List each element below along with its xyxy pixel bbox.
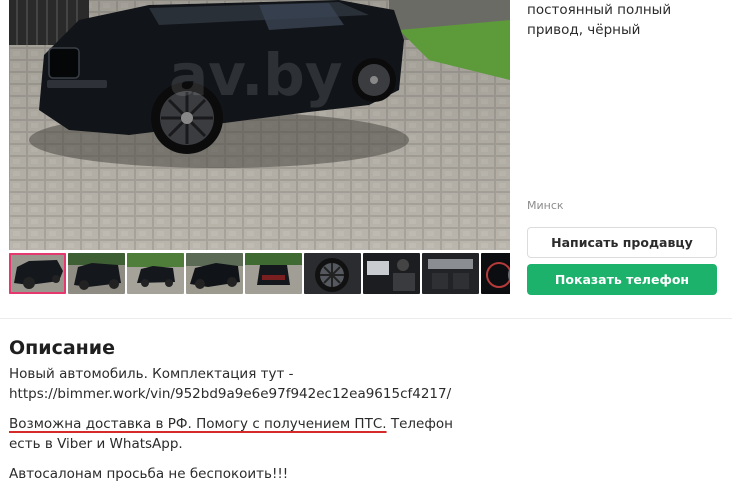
thumbnail-4[interactable] (186, 253, 243, 294)
thumbnail-strip (9, 253, 510, 294)
seller-city: Минск (527, 199, 564, 212)
thumbnail-2[interactable] (68, 253, 125, 294)
thumbnail-5[interactable] (245, 253, 302, 294)
thumbnail-1[interactable] (9, 253, 66, 294)
main-photo[interactable]: av.by (9, 0, 510, 250)
thumbnail-9[interactable] (481, 253, 510, 294)
thumbnail-3[interactable] (127, 253, 184, 294)
description-line-3: Автосалонам просьба не беспокоить!!! (9, 466, 289, 482)
section-divider (0, 318, 732, 319)
thumbnail-7[interactable] (363, 253, 420, 294)
description-body: Новый автомобиль. Комплектация тут - htt… (9, 364, 479, 484)
thumbnail-6[interactable] (304, 253, 361, 294)
delivery-note-underlined: Возможна доставка в РФ. Помогу с получен… (9, 416, 387, 432)
svg-text:av.by: av.by (169, 41, 343, 109)
show-phone-button[interactable]: Показать телефон (527, 264, 717, 295)
thumbnail-8[interactable] (422, 253, 479, 294)
description-title: Описание (9, 337, 116, 359)
description-line-1: Новый автомобиль. Комплектация тут - htt… (9, 366, 452, 402)
car-specs-text: постоянный полный привод, чёрный (527, 2, 672, 38)
description-line-2: Возможна доставка в РФ. Помогу с получен… (9, 414, 479, 454)
car-photo-image: av.by (9, 0, 510, 250)
write-seller-button[interactable]: Написать продавцу (527, 227, 717, 258)
